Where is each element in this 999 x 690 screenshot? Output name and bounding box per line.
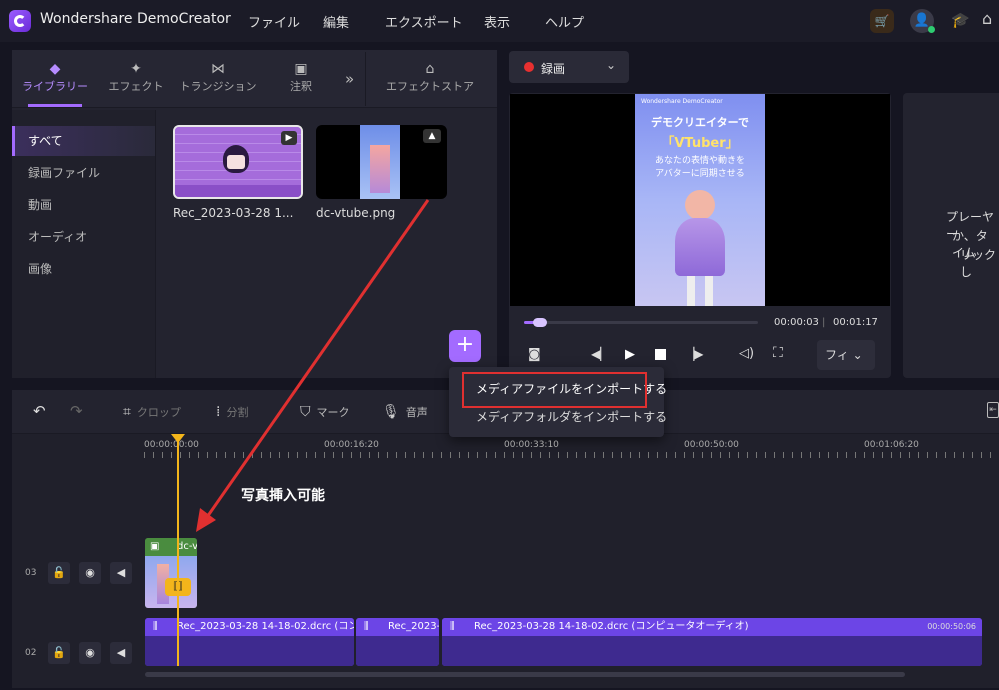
- clip-duration: 00:00:50:06: [927, 622, 976, 631]
- waveform-icon: ⫼: [153, 621, 158, 632]
- playhead-handle[interactable]: [171, 434, 185, 443]
- speaker-icon[interactable]: ◀: [110, 562, 132, 584]
- track-number: 02: [25, 648, 37, 658]
- clip-name: dc-v: [177, 541, 197, 552]
- audio-clip[interactable]: Rec_2023-03-28 14-18-02.dcrc (コンピュータオーディ…: [442, 618, 982, 666]
- eye-icon[interactable]: ◉: [79, 562, 101, 584]
- playhead[interactable]: [177, 440, 179, 666]
- waveform-icon: ⫼: [364, 621, 369, 632]
- lock-icon[interactable]: 🔓: [48, 642, 70, 664]
- audio-clip[interactable]: Rec_2023- ⫼: [356, 618, 439, 666]
- image-clip[interactable]: ▣ dc-v: [145, 538, 197, 608]
- clip-name: Rec_2023-03-28 14-18-02.dcrc (コンピュータオーディ…: [442, 618, 982, 636]
- waveform-icon: ⫼: [450, 621, 455, 632]
- lock-icon[interactable]: 🔓: [48, 562, 70, 584]
- image-icon: ▣: [150, 541, 160, 552]
- track-number: 03: [25, 568, 37, 578]
- speaker-icon[interactable]: ◀: [110, 642, 132, 664]
- timeline-scrollbar[interactable]: [145, 672, 905, 677]
- eye-icon[interactable]: ◉: [79, 642, 101, 664]
